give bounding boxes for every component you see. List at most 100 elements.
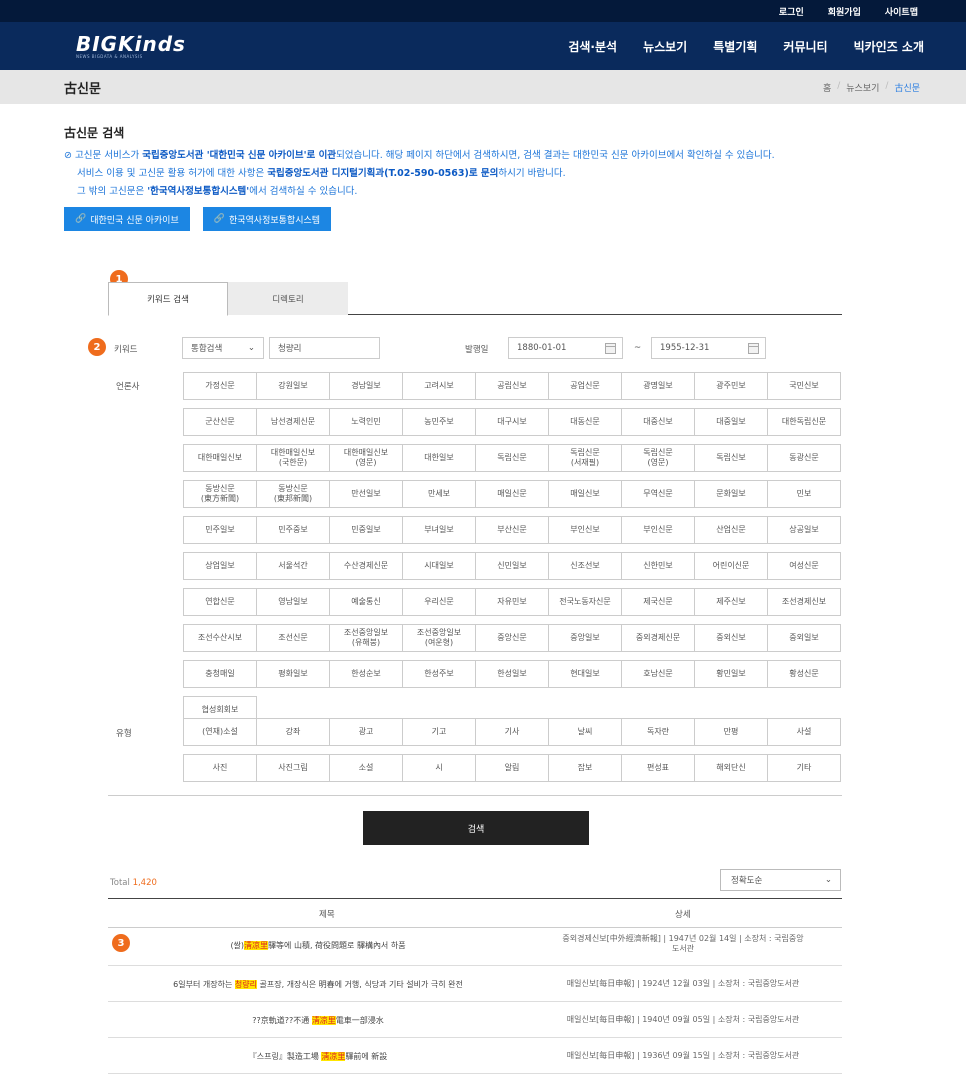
result-title[interactable]: 6일부터 개장하는 청량리 골프장, 개장식은 明春에 거행, 식당과 기타 설… [108,979,528,990]
sitemap-link[interactable]: 사이트맵 [885,5,918,18]
press-option[interactable]: 대한일보 [402,444,476,472]
press-option[interactable]: 평화일보 [256,660,330,688]
press-option[interactable]: 매일신문 [475,480,549,508]
press-option[interactable]: 조선수산시보 [183,624,257,652]
history-system-button[interactable]: 🔗 한국역사정보통합시스템 [202,207,332,231]
press-option[interactable]: 충청매일 [183,660,257,688]
calendar-icon[interactable] [748,343,759,354]
type-option[interactable]: 사진그림 [256,754,330,782]
type-option[interactable]: 날씨 [548,718,622,746]
type-option[interactable]: 광고 [329,718,403,746]
search-type-select[interactable]: 통합검색 ⌄ [182,337,264,359]
signup-link[interactable]: 회원가입 [828,5,861,18]
press-option[interactable]: 대구시보 [475,408,549,436]
press-option[interactable]: 현대일보 [548,660,622,688]
press-option[interactable]: 조선중앙일보 (여운형) [402,624,476,652]
press-option[interactable]: 부산신문 [475,516,549,544]
press-option[interactable]: 서울석간 [256,552,330,580]
tab-directory[interactable]: 디렉토리 [228,282,348,315]
press-option[interactable]: 문화일보 [694,480,768,508]
type-option[interactable]: 기타 [767,754,841,782]
login-link[interactable]: 로그인 [779,5,804,18]
date-from-input[interactable]: 1880-01-01 [508,337,623,359]
press-option[interactable]: 신조선보 [548,552,622,580]
type-option[interactable]: (연재)소설 [183,718,257,746]
press-option[interactable]: 여성신문 [767,552,841,580]
search-button[interactable]: 검색 [363,811,589,845]
press-option[interactable]: 군산신문 [183,408,257,436]
result-title[interactable]: ??京軌道??不通 淸凉里電車一部浸水 [108,1015,528,1026]
press-option[interactable]: 대동신문 [548,408,622,436]
press-option[interactable]: 공업신문 [548,372,622,400]
press-option[interactable]: 중외신보 [694,624,768,652]
press-option[interactable]: 연합신문 [183,588,257,616]
type-option[interactable]: 시 [402,754,476,782]
press-option[interactable]: 동광신문 [767,444,841,472]
press-option[interactable]: 민중일보 [329,516,403,544]
press-option[interactable]: 농민주보 [402,408,476,436]
press-option[interactable]: 강원일보 [256,372,330,400]
press-option[interactable]: 노력인민 [329,408,403,436]
press-option[interactable]: 어린이신문 [694,552,768,580]
press-option[interactable]: 중앙신문 [475,624,549,652]
type-option[interactable]: 잡보 [548,754,622,782]
type-option[interactable]: 독자란 [621,718,695,746]
type-option[interactable]: 알림 [475,754,549,782]
press-option[interactable]: 제주신보 [694,588,768,616]
press-option[interactable]: 독립신문 (영문) [621,444,695,472]
nav-search-analysis[interactable]: 검색·분석 [568,38,617,55]
press-option[interactable]: 부인신보 [548,516,622,544]
press-option[interactable]: 대한독립신문 [767,408,841,436]
press-option[interactable]: 공립신보 [475,372,549,400]
press-option[interactable]: 민주중보 [256,516,330,544]
press-option[interactable]: 전국노동자신문 [548,588,622,616]
press-option[interactable]: 한성순보 [329,660,403,688]
result-title[interactable]: 『스프링』製造工場 淸凉里驛前에 新設 [108,1051,528,1062]
press-option[interactable]: 대한매일신보 [183,444,257,472]
press-option[interactable]: 중앙일보 [548,624,622,652]
press-option[interactable]: 황민일보 [694,660,768,688]
press-option[interactable]: 무역신문 [621,480,695,508]
type-option[interactable]: 소설 [329,754,403,782]
press-option[interactable]: 독립신보 [694,444,768,472]
press-option[interactable]: 독립신문 [475,444,549,472]
type-option[interactable]: 해외단신 [694,754,768,782]
nav-about[interactable]: 빅카인즈 소개 [854,38,924,55]
press-option[interactable]: 만선일보 [329,480,403,508]
result-row[interactable]: 6일부터 개장하는 청량리 골프장, 개장식은 明春에 거행, 식당과 기타 설… [108,966,842,1002]
press-option[interactable]: 매일신보 [548,480,622,508]
press-option[interactable]: 수산경제신문 [329,552,403,580]
press-option[interactable]: 동방신문 (東方新聞) [183,480,257,508]
press-option[interactable]: 산업신문 [694,516,768,544]
press-option[interactable]: 남선경제신문 [256,408,330,436]
press-option[interactable]: 한성일보 [475,660,549,688]
bigkinds-logo[interactable]: BIGKinds NEWS BIGDATA & ANALYSIS [76,34,186,59]
result-row[interactable]: (쌀)淸凉里驛等에 山積, 荷役問題로 驛構內서 하품 중외경제신보[中外經濟新報… [108,928,842,966]
result-title[interactable]: (쌀)淸凉里驛等에 山積, 荷役問題로 驛構內서 하품 [108,940,528,951]
keyword-input[interactable]: 청량리 [269,337,380,359]
press-option[interactable]: 대중신보 [621,408,695,436]
press-option[interactable]: 대한매일신보 (영문) [329,444,403,472]
press-option[interactable]: 만세보 [402,480,476,508]
breadcrumb-home[interactable]: 홈 [823,81,831,94]
press-option[interactable]: 독립신문 (서재필) [548,444,622,472]
press-option[interactable]: 중외경제신문 [621,624,695,652]
press-option[interactable]: 부인신문 [621,516,695,544]
type-option[interactable]: 만평 [694,718,768,746]
sort-select[interactable]: 정확도순 ⌄ [720,869,841,891]
press-option[interactable]: 고려시보 [402,372,476,400]
press-option[interactable]: 가정신문 [183,372,257,400]
type-option[interactable]: 사설 [767,718,841,746]
type-option[interactable]: 강좌 [256,718,330,746]
press-option[interactable]: 상공일보 [767,516,841,544]
breadcrumb-news-view[interactable]: 뉴스보기 [846,81,879,94]
press-option[interactable]: 예술통신 [329,588,403,616]
press-option[interactable]: 중외일보 [767,624,841,652]
press-option[interactable]: 상업일보 [183,552,257,580]
press-option[interactable]: 동방신문 (東邦新聞) [256,480,330,508]
type-option[interactable]: 기사 [475,718,549,746]
press-option[interactable]: 조선경제신보 [767,588,841,616]
date-to-input[interactable]: 1955-12-31 [651,337,766,359]
press-option[interactable]: 신민일보 [475,552,549,580]
type-option[interactable]: 기고 [402,718,476,746]
